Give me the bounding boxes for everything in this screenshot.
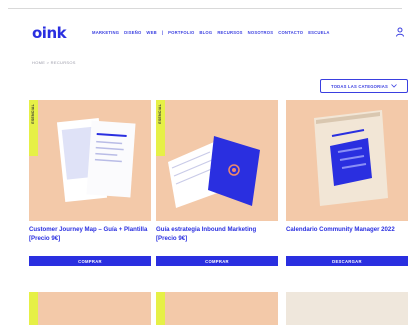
button-label: COMPRAR (78, 258, 102, 264)
resource-thumbnail[interactable]: ESENCIAL (29, 100, 151, 221)
resource-card-partial[interactable] (286, 292, 408, 325)
breadcrumb[interactable]: HOME > RECURSOS (32, 60, 76, 65)
nav-item-recursos[interactable]: RECURSOS (217, 30, 242, 35)
nav-item-web[interactable]: WEB (146, 30, 156, 35)
resource-card: ESENCIAL Customer Journey Map – Guía + P… (29, 100, 151, 266)
resource-card: ESENCIAL Guía estrategia Inbound Marketi… (156, 100, 278, 266)
resource-thumbnail[interactable] (286, 100, 408, 221)
document-mockup-image (56, 118, 136, 202)
nav-separator: | (161, 30, 164, 35)
user-icon[interactable] (396, 27, 404, 37)
nav-item-contacto[interactable]: CONTACTO (278, 30, 303, 35)
nav-item-blog[interactable]: BLOG (199, 30, 212, 35)
resource-thumbnail[interactable]: ESENCIAL (156, 100, 278, 221)
category-tag-label: ESENCIAL (158, 104, 162, 124)
nav-item-escuela[interactable]: ESCUELA (308, 30, 329, 35)
category-tag: ESENCIAL (156, 100, 165, 156)
category-tag (156, 292, 165, 325)
buy-button[interactable]: COMPRAR (29, 256, 151, 266)
resource-card-partial[interactable] (156, 292, 278, 325)
buy-button[interactable]: COMPRAR (156, 256, 278, 266)
category-filter-select[interactable]: TODAS LAS CATEGORIAS (320, 79, 408, 93)
nav-item-diseno[interactable]: DISEÑO (124, 30, 141, 35)
nav-item-marketing[interactable]: MARKETING (92, 30, 119, 35)
site-logo[interactable]: oink (32, 24, 67, 42)
nav-item-portfolio[interactable]: PORTFOLIO (168, 30, 194, 35)
booklet-mockup-image (168, 136, 260, 208)
download-button[interactable]: DESCARGAR (286, 256, 408, 266)
category-filter-label: TODAS LAS CATEGORIAS (331, 83, 388, 89)
category-tag-label: ESENCIAL (31, 104, 35, 124)
resource-title[interactable]: Guía estrategia Inbound Marketing [Preci… (156, 226, 278, 243)
chevron-down-icon (391, 84, 397, 88)
resource-card: Calendario Community Manager 2022 DESCAR… (286, 100, 408, 266)
button-label: COMPRAR (205, 258, 229, 264)
resource-title[interactable]: Calendario Community Manager 2022 (286, 226, 408, 243)
calendar-mockup-image (314, 110, 388, 206)
resource-card-partial[interactable] (29, 292, 151, 325)
button-label: DESCARGAR (332, 258, 362, 264)
divider (8, 8, 402, 9)
main-nav: MARKETING DISEÑO WEB | PORTFOLIO BLOG RE… (92, 30, 330, 35)
category-tag (29, 292, 38, 325)
category-tag: ESENCIAL (29, 100, 38, 156)
browser-top-strip (0, 0, 410, 20)
site-header: oink MARKETING DISEÑO WEB | PORTFOLIO BL… (0, 22, 410, 44)
nav-item-nosotros[interactable]: NOSOTROS (248, 30, 274, 35)
resource-title[interactable]: Customer Journey Map – Guía + Plantilla … (29, 226, 151, 243)
